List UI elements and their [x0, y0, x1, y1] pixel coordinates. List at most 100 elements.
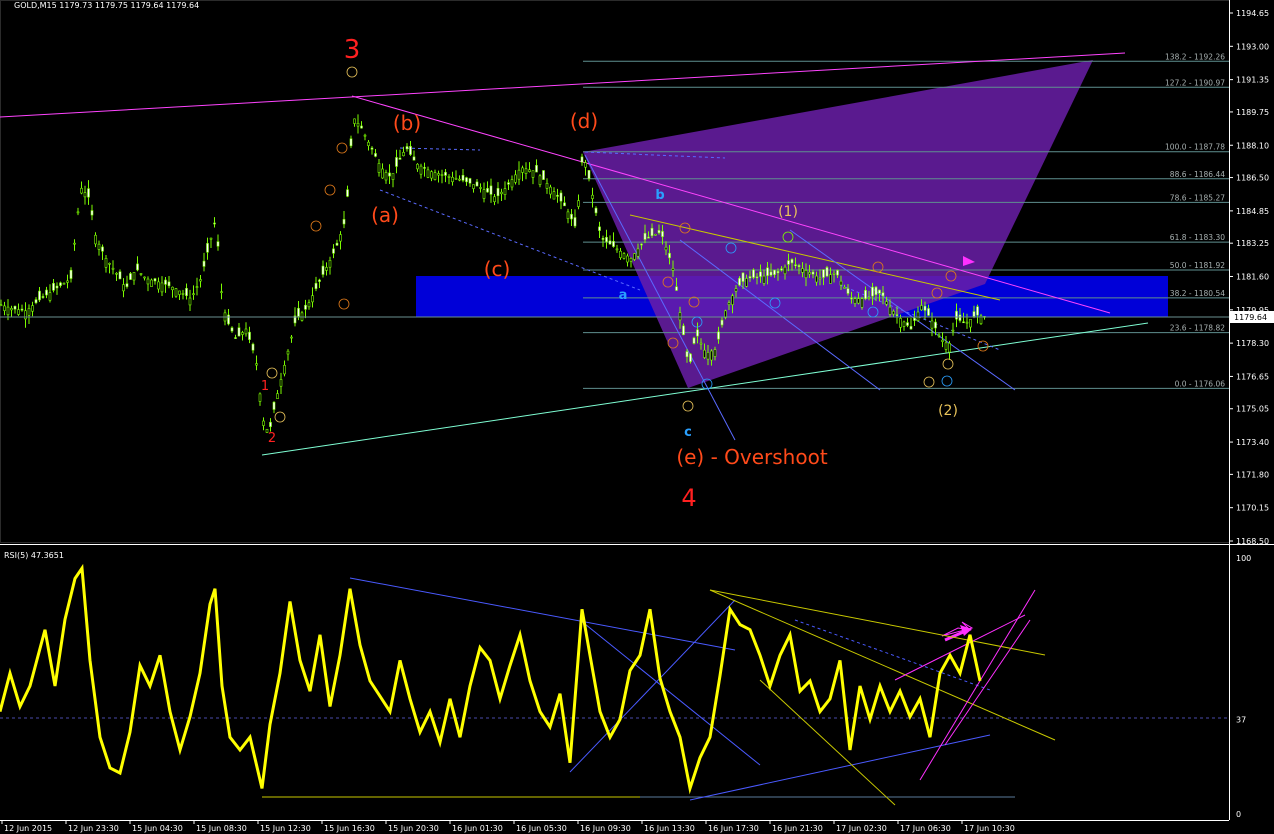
candle-body [251, 343, 255, 351]
candle-body [738, 277, 741, 286]
candle-body [318, 279, 321, 282]
candle-body [430, 171, 433, 179]
candle-body [440, 174, 444, 176]
candle-body [517, 169, 521, 180]
candle-body [507, 182, 510, 185]
sub-wave-marker [338, 298, 350, 310]
candle-body [937, 334, 941, 337]
candle-body [972, 311, 976, 317]
candle-body [689, 353, 692, 362]
fib-label: 38.2 - 1180.54 [1170, 289, 1225, 298]
candle-body [24, 310, 27, 320]
candle-body [713, 349, 717, 357]
candle-body [577, 200, 580, 207]
candle-body [346, 189, 349, 197]
candle-body [958, 314, 962, 321]
candle-body [349, 138, 353, 147]
candle-body [38, 290, 41, 301]
candle-body [909, 326, 913, 330]
candle-body [934, 321, 937, 329]
price-tick-label: 1183.25 [1236, 239, 1269, 248]
candle-body [867, 297, 871, 299]
fib-label: 50.0 - 1181.92 [1170, 261, 1225, 270]
candle-body [892, 311, 895, 315]
candle-body [839, 280, 843, 286]
sub-wave-marker [682, 400, 694, 412]
time-tick-label: 17 Jun 06:30 [900, 824, 951, 833]
candle-body [188, 297, 192, 306]
candle-body [342, 219, 346, 225]
candle-body [493, 196, 496, 202]
rsi-line [0, 563, 982, 795]
price-tick-label: 1191.35 [1236, 76, 1269, 85]
time-tick-label: 16 Jun 09:30 [580, 824, 631, 833]
candle-body [542, 170, 545, 180]
candle-body [143, 276, 146, 279]
candle-body [416, 163, 419, 170]
candle-body [328, 260, 332, 268]
candle-body [108, 262, 111, 265]
candle-body [199, 279, 202, 282]
candle-body [706, 352, 710, 360]
candle-body [594, 207, 598, 214]
candle-body [48, 292, 52, 301]
fib-label: 23.6 - 1178.82 [1170, 324, 1225, 333]
candle-body [94, 234, 97, 245]
candle-body [136, 263, 139, 271]
candle-body [853, 298, 857, 304]
candle-body [248, 331, 251, 340]
candle-body [332, 248, 335, 254]
candle-body [479, 187, 482, 189]
time-tick-label: 17 Jun 10:30 [964, 824, 1015, 833]
candle-body [720, 319, 724, 326]
candle-body [304, 304, 307, 310]
candle-body [150, 279, 153, 287]
candle-body [489, 185, 493, 195]
candle-body [402, 152, 405, 157]
candle-body [395, 157, 398, 167]
candle-body [899, 318, 902, 328]
candle-body [73, 242, 76, 245]
candle-body [472, 184, 475, 189]
candle-body [311, 295, 314, 303]
price-chart[interactable]: 138.2 - 1192.26127.2 - 1190.97100.0 - 11… [0, 0, 1274, 834]
candle-body [783, 266, 787, 275]
wave-label: 1 [261, 379, 269, 394]
candle-body [664, 246, 668, 251]
rsi-axis: 100 37 0 [1236, 554, 1251, 819]
candle-body [3, 305, 6, 311]
wave-label: (b) [393, 111, 421, 135]
candle-body [52, 283, 55, 291]
candle-body [573, 217, 577, 227]
candle-body [244, 328, 248, 335]
candle-body [913, 317, 916, 321]
candle-body [444, 171, 447, 176]
candle-body [552, 191, 556, 200]
candle-body [629, 258, 633, 262]
candle-body [643, 232, 647, 240]
wave-label: (1) [778, 204, 798, 220]
sub-wave-marker [336, 142, 348, 154]
candle-body [657, 230, 661, 234]
candle-body [836, 270, 839, 276]
candle-body [650, 227, 654, 237]
candle-body [17, 309, 20, 315]
time-tick-label: 16 Jun 21:30 [772, 824, 823, 833]
candle-body [409, 146, 412, 155]
harmonic-pattern [583, 60, 1093, 388]
rsi-title: RSI(5) 47.3651 [4, 551, 64, 560]
candle-body [384, 172, 388, 181]
candle-body [55, 285, 59, 289]
candle-body [213, 222, 216, 225]
candle-body [874, 286, 878, 295]
sub-wave-marker [274, 411, 286, 423]
candle-body [678, 312, 682, 321]
candle-body [731, 295, 734, 306]
candle-body [216, 241, 220, 247]
candle-body [846, 288, 850, 294]
sub-wave-marker [266, 367, 278, 379]
candle-body [59, 282, 62, 286]
time-tick-label: 15 Jun 12:30 [260, 824, 311, 833]
candle-body [916, 311, 920, 321]
candle-body [843, 287, 846, 289]
